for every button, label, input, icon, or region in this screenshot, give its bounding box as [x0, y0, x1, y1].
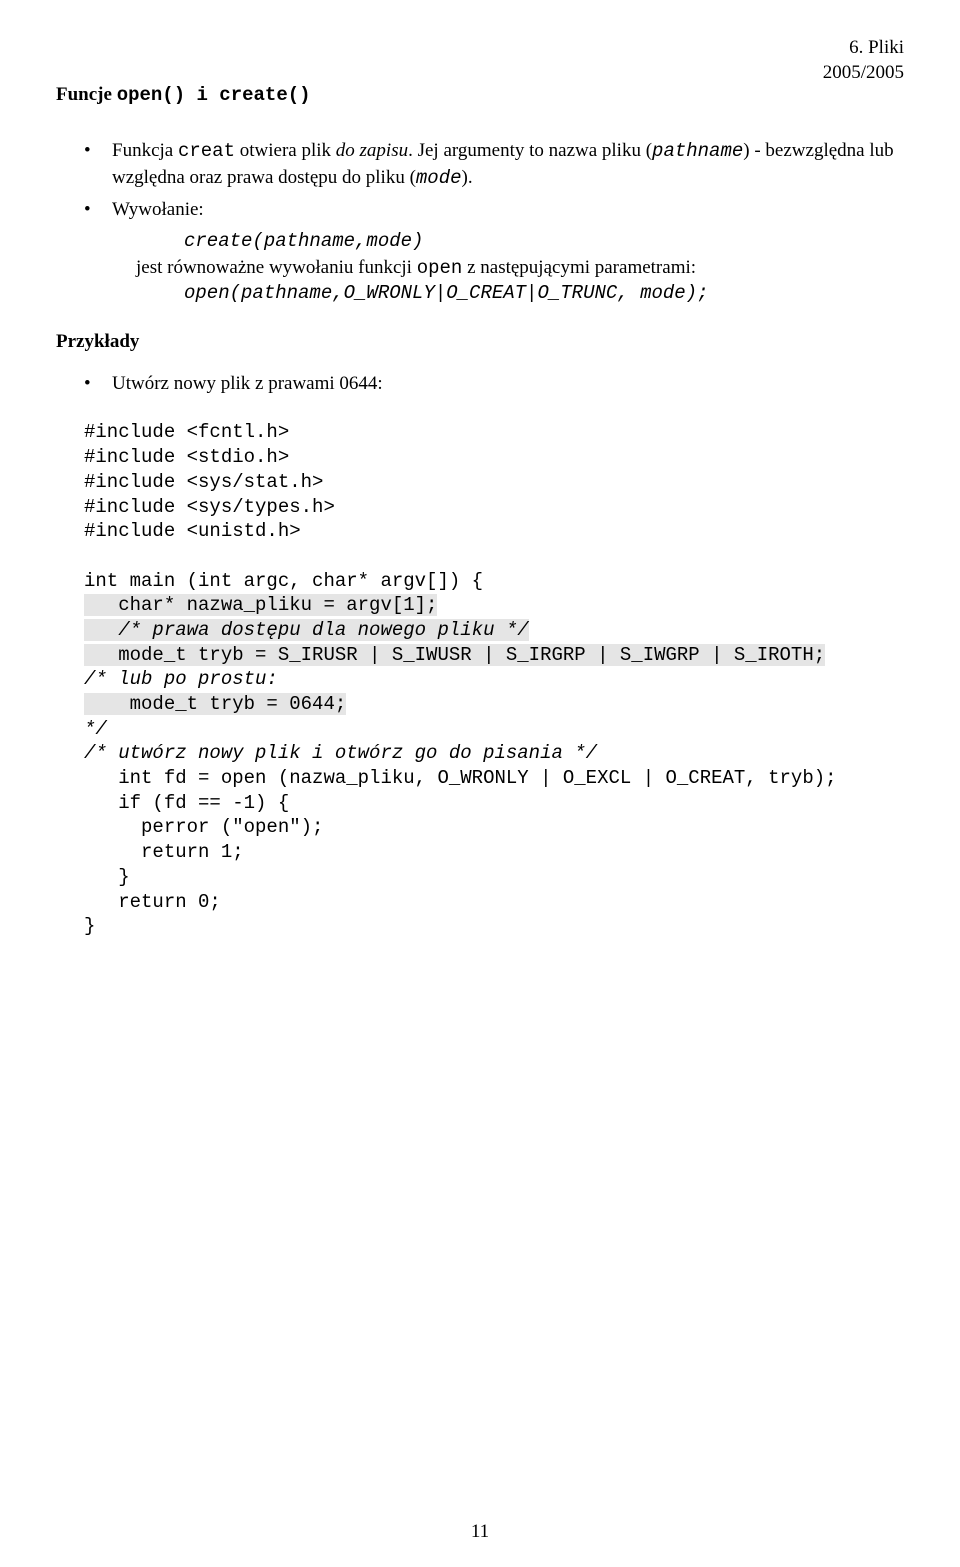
code-inline: creat [178, 140, 235, 162]
text: z następującymi parametrami: [462, 257, 696, 278]
list-item: Funkcja creat otwiera plik do zapisu. Je… [84, 138, 904, 191]
examples-heading: Przykłady [56, 331, 904, 353]
list-item: Wywołanie: [84, 197, 904, 223]
code-comment: /* utwórz nowy plik i otwórz go do pisan… [84, 742, 597, 764]
page: 6. Pliki 2005/2005 Funcje open() i creat… [0, 0, 960, 1567]
title-prefix: Funcje [56, 84, 117, 105]
code-line-highlight: mode_t tryb = 0644; [84, 693, 346, 715]
code-comment: */ [84, 718, 107, 740]
code-line: perror ("open"); [84, 816, 323, 838]
code-line: #include <sys/stat.h> [84, 471, 323, 493]
chapter-label: 6. Pliki [823, 36, 904, 61]
bullet-list: Funkcja creat otwiera plik do zapisu. Je… [84, 138, 904, 307]
code-line-highlight: mode_t tryb = S_IRUSR | S_IWUSR | S_IRGR… [84, 644, 825, 666]
code-line: int fd = open (nazwa_pliku, O_WRONLY | O… [84, 767, 837, 789]
text: Utwórz nowy plik z prawami 0644: [112, 373, 383, 394]
code-line-highlight: char* nazwa_pliku = argv[1]; [84, 594, 437, 616]
code-line: create(pathname,mode) [184, 230, 423, 252]
code-inline-italic: pathname [652, 140, 743, 162]
text: otwiera plik [235, 140, 336, 161]
code-line: open(pathname,O_WRONLY|O_CREAT|O_TRUNC, … [184, 282, 709, 304]
text: . Jej argumenty to nazwa pliku ( [408, 140, 652, 161]
code-block: #include <fcntl.h> #include <stdio.h> #i… [84, 420, 904, 938]
section-title: Funcje open() i create() [56, 84, 904, 106]
code-line: int main (int argc, char* argv[]) { [84, 570, 483, 592]
page-number: 11 [0, 1521, 960, 1543]
code-line: #include <sys/types.h> [84, 496, 335, 518]
code-comment-highlight: /* prawa dostępu dla nowego pliku */ [84, 619, 529, 641]
call-block: create(pathname,mode) jest równoważne wy… [136, 229, 904, 307]
title-code: open() i create() [117, 84, 311, 106]
code-line: } [84, 915, 95, 937]
code-inline: open [417, 257, 463, 279]
code-line: } [84, 866, 130, 888]
code-line: return 1; [84, 841, 244, 863]
code-inline-italic: mode [416, 167, 462, 189]
header-right: 6. Pliki 2005/2005 [823, 36, 904, 85]
text: Funkcja [112, 140, 178, 161]
code-line: if (fd == -1) { [84, 792, 289, 814]
list-item: Utwórz nowy plik z prawami 0644: [84, 371, 904, 397]
code-comment: /* lub po prostu: [84, 668, 278, 690]
text-italic: do zapisu [336, 140, 408, 161]
code-line: #include <fcntl.h> [84, 421, 289, 443]
code-line: #include <stdio.h> [84, 446, 289, 468]
code-line: #include <unistd.h> [84, 520, 301, 542]
year-label: 2005/2005 [823, 61, 904, 86]
code-line: return 0; [84, 891, 221, 913]
text: Wywołanie: [112, 199, 204, 220]
bullet-list: Utwórz nowy plik z prawami 0644: [84, 371, 904, 397]
text: ). [462, 167, 473, 188]
text: jest równoważne wywołaniu funkcji [136, 257, 417, 278]
